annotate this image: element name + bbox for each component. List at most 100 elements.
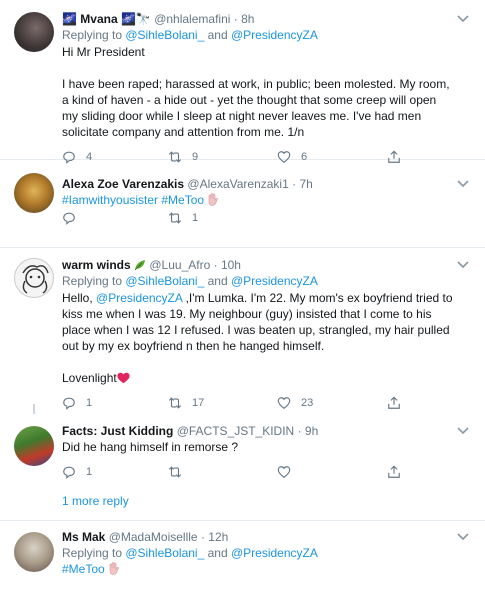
timestamp[interactable]: 10h [221, 258, 241, 272]
chevron-down-icon[interactable] [457, 14, 469, 24]
tweet-actions: 1 [62, 465, 455, 483]
more-replies-link[interactable]: 1 more reply [62, 494, 129, 508]
hashtag-link[interactable]: #MeToo [62, 562, 105, 576]
tweet-header: warm winds @Luu_Afro · 10h [62, 257, 455, 273]
hashtag-link[interactable]: #Iamwithyousister #MeToo [62, 193, 204, 207]
like-icon [277, 466, 291, 478]
mention-link[interactable]: @SihleBolani_ [125, 274, 204, 288]
tweet-greeting: Hi Mr President [62, 45, 145, 59]
replying-to-label: Replying to [62, 28, 126, 42]
thread-line [33, 404, 35, 414]
share-icon [388, 465, 400, 478]
mention-link[interactable]: @PresidencyZA [96, 291, 182, 305]
reply-icon [63, 212, 75, 225]
mention-link[interactable]: @SihleBolani_ [125, 546, 204, 560]
replying-to-and: and [204, 274, 231, 288]
tweet-actions: 1 [62, 211, 455, 229]
more-replies-row[interactable]: 1 more reply [0, 485, 485, 521]
leaf-icon [134, 260, 146, 271]
display-name[interactable]: Alexa Zoe Varenzakis [62, 177, 184, 191]
display-name[interactable]: Facts: Just Kidding [62, 424, 173, 438]
share-action[interactable] [387, 465, 401, 479]
user-handle[interactable]: @nhlalemafini [154, 12, 230, 26]
timestamp[interactable]: 8h [241, 12, 254, 26]
user-handle[interactable]: @Luu_Afro [149, 258, 210, 272]
tweet-ms-mak[interactable]: Ms Mak @MadaMoisellle · 12h Replying to … [0, 521, 485, 599]
retweet-icon [168, 397, 182, 409]
tweet-header: Alexa Zoe Varenzakis @AlexaVarenzaki1 · … [62, 176, 455, 192]
tweet-text: Did he hang himself in remorse ? [62, 439, 455, 455]
tweet-mvana[interactable]: 🌌 Mvana 🌌🔭 @nhlalemafini · 8h Replying t… [0, 0, 485, 164]
tweet-body: Did he hang himself in remorse ? [62, 440, 239, 454]
avatar[interactable] [14, 12, 54, 52]
user-handle[interactable]: @AlexaVarenzaki1 [187, 177, 288, 191]
display-name[interactable]: warm winds [62, 258, 131, 272]
tweet-facts-just-kidding[interactable]: Facts: Just Kidding @FACTS_JST_KIDIN · 9… [0, 422, 485, 485]
retweet-action[interactable] [168, 465, 192, 479]
chevron-down-icon[interactable] [457, 532, 469, 542]
reply-count: 1 [86, 397, 93, 409]
tweet-text: #Iamwithyousister #MeToo [62, 192, 455, 208]
replying-to: Replying to @SihleBolani_ and @Presidenc… [62, 273, 455, 289]
separator-dot: · [297, 424, 302, 438]
reply-count: 1 [86, 466, 93, 478]
retweet-action[interactable]: 1 [168, 211, 198, 225]
share-action[interactable] [387, 396, 401, 410]
reply-icon [63, 397, 75, 410]
display-name[interactable]: Ms Mak [62, 530, 105, 544]
raised-hand-icon [209, 193, 219, 206]
replying-to: Replying to @SihleBolani_ and @Presidenc… [62, 545, 455, 561]
tweet-signoff: Lovenlight [62, 370, 455, 386]
tweet-header: Facts: Just Kidding @FACTS_JST_KIDIN · 9… [62, 423, 455, 439]
chevron-down-icon[interactable] [457, 260, 469, 270]
tweet-header: Ms Mak @MadaMoisellle · 12h [62, 529, 455, 545]
tweet-body: I have been raped; harassed at work, in … [62, 77, 450, 139]
like-action[interactable]: 23 [277, 396, 313, 410]
reply-action[interactable]: 1 [62, 465, 92, 479]
retweet-action[interactable]: 17 [168, 396, 204, 410]
tweet-body-start: Hello, [62, 291, 97, 305]
avatar-drawing-icon [22, 265, 49, 294]
like-action[interactable] [277, 465, 301, 479]
reply-action[interactable]: 1 [62, 396, 92, 410]
replying-to-label: Replying to [62, 274, 126, 288]
timestamp[interactable]: 7h [299, 177, 312, 191]
replying-to-label: Replying to [62, 546, 126, 560]
replying-to-and: and [204, 28, 231, 42]
red-heart-icon [117, 372, 130, 384]
tweet-alexa[interactable]: Alexa Zoe Varenzakis @AlexaVarenzaki1 · … [0, 160, 485, 248]
avatar[interactable] [14, 173, 54, 213]
tweet-text: #MeToo [62, 561, 455, 577]
avatar[interactable] [14, 426, 54, 466]
like-count: 23 [301, 397, 314, 409]
avatar[interactable] [14, 258, 54, 298]
user-handle[interactable]: @FACTS_JST_KIDIN [177, 424, 295, 438]
mention-link[interactable]: @PresidencyZA [231, 28, 318, 42]
mention-link[interactable]: @SihleBolani_ [125, 28, 204, 42]
chevron-down-icon[interactable] [457, 179, 469, 189]
tweet-actions: 1 17 23 [62, 396, 455, 414]
separator-dot: · [213, 258, 218, 272]
reply-icon [63, 466, 75, 479]
tweet-warm-winds[interactable]: warm winds @Luu_Afro · 10h Replying to @… [0, 248, 485, 422]
timestamp[interactable]: 12h [208, 530, 228, 544]
separator-dot: · [233, 12, 238, 26]
separator-dot: · [292, 177, 297, 191]
tweet-body: Hello, @PresidencyZA ,I'm Lumka. I'm 22.… [62, 290, 455, 354]
raised-hand-icon [109, 562, 119, 575]
retweet-count: 17 [192, 397, 205, 409]
like-icon [277, 397, 291, 409]
display-name[interactable]: 🌌 Mvana 🌌🔭 [62, 12, 151, 26]
mention-link[interactable]: @PresidencyZA [231, 274, 318, 288]
replying-to-and: and [204, 546, 231, 560]
avatar[interactable] [14, 532, 54, 572]
mention-link[interactable]: @PresidencyZA [231, 546, 318, 560]
chevron-down-icon[interactable] [457, 426, 469, 436]
signoff-text: Lovenlight [62, 371, 117, 385]
separator-dot: · [200, 530, 205, 544]
timestamp[interactable]: 9h [305, 424, 318, 438]
tweet-header: 🌌 Mvana 🌌🔭 @nhlalemafini · 8h [62, 11, 455, 27]
share-icon [388, 396, 400, 409]
reply-action[interactable] [62, 211, 86, 225]
user-handle[interactable]: @MadaMoisellle [109, 530, 198, 544]
